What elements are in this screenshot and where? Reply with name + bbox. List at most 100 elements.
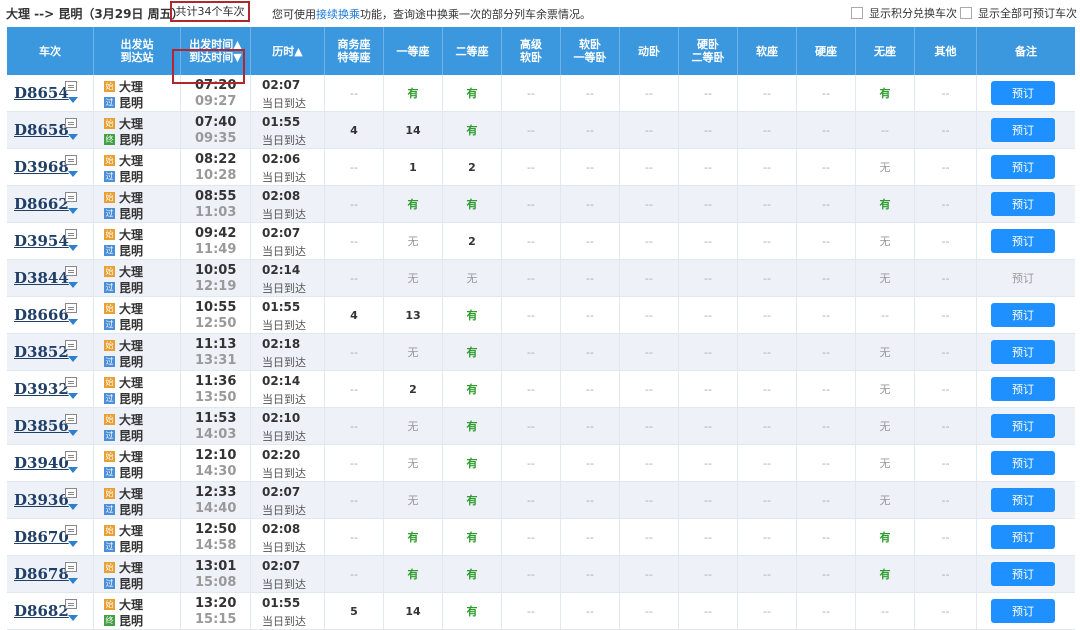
train-info-icon[interactable] xyxy=(65,488,77,498)
train-number-link[interactable]: D3856 xyxy=(14,417,69,435)
train-info-icon[interactable] xyxy=(65,562,77,572)
book-button[interactable]: 预订 xyxy=(991,340,1055,364)
show-all-bookable-option[interactable]: 显示全部可预订车次 xyxy=(960,5,1077,21)
book-button[interactable]: 预订 xyxy=(991,451,1055,475)
to-station: 过昆明 xyxy=(104,390,143,407)
seat-availability: -- xyxy=(738,149,797,185)
train-number-link[interactable]: D8678 xyxy=(14,565,69,583)
train-number-link[interactable]: D8654 xyxy=(14,84,69,102)
expand-stops-arrow-icon[interactable] xyxy=(68,319,78,325)
book-button[interactable]: 预订 xyxy=(991,525,1055,549)
train-info-icon[interactable] xyxy=(65,599,77,609)
book-button[interactable]: 预订 xyxy=(991,303,1055,327)
train-number-link[interactable]: D3968 xyxy=(14,158,69,176)
expand-stops-arrow-icon[interactable] xyxy=(68,134,78,140)
train-info-icon[interactable] xyxy=(65,192,77,202)
header-train[interactable]: 车次 xyxy=(7,27,94,75)
book-button[interactable]: 预订 xyxy=(991,488,1055,512)
seat-availability: -- xyxy=(679,334,738,370)
train-info-icon[interactable] xyxy=(65,414,77,424)
train-number-link[interactable]: D8682 xyxy=(14,602,69,620)
seat-availability: -- xyxy=(502,371,561,407)
expand-stops-arrow-icon[interactable] xyxy=(68,430,78,436)
train-number-link[interactable]: D8670 xyxy=(14,528,69,546)
expand-stops-arrow-icon[interactable] xyxy=(68,208,78,214)
train-number-link[interactable]: D3932 xyxy=(14,380,69,398)
train-number-link[interactable]: D3852 xyxy=(14,343,69,361)
to-station-badge: 过 xyxy=(104,430,115,441)
expand-stops-arrow-icon[interactable] xyxy=(68,282,78,288)
expand-stops-arrow-icon[interactable] xyxy=(68,97,78,103)
expand-stops-arrow-icon[interactable] xyxy=(68,393,78,399)
seat-availability: 无 xyxy=(384,482,443,518)
from-station: 始大理 xyxy=(104,522,143,539)
train-info-icon[interactable] xyxy=(65,303,77,313)
arrival-day: 当日到达 xyxy=(262,504,306,517)
table-row: D8662 始大理过昆明 08:55 11:03 02:08 当日到达 -- 有有 -- -- --… xyxy=(7,186,1075,223)
expand-stops-arrow-icon[interactable] xyxy=(68,467,78,473)
seat-availability: 有 xyxy=(443,297,502,333)
train-number-link[interactable]: D3936 xyxy=(14,491,69,509)
seat-availability: 有 xyxy=(443,75,502,111)
expand-stops-arrow-icon[interactable] xyxy=(68,171,78,177)
seat-availability: -- xyxy=(679,260,738,296)
train-info-icon[interactable] xyxy=(65,266,77,276)
train-info-icon[interactable] xyxy=(65,451,77,461)
all-bookable-checkbox[interactable] xyxy=(960,7,972,19)
expand-stops-arrow-icon[interactable] xyxy=(68,615,78,621)
expand-stops-arrow-icon[interactable] xyxy=(68,245,78,251)
train-number-link[interactable]: D8662 xyxy=(14,195,69,213)
seat-availability: -- xyxy=(856,297,915,333)
to-station-badge: 终 xyxy=(104,615,115,626)
train-info-icon[interactable] xyxy=(65,525,77,535)
station-cell: 始大理终昆明 xyxy=(94,112,181,148)
train-info-icon[interactable] xyxy=(65,377,77,387)
seat-availability: -- xyxy=(915,297,977,333)
book-button[interactable]: 预订 xyxy=(991,118,1055,142)
book-button[interactable]: 预订 xyxy=(991,414,1055,438)
expand-stops-arrow-icon[interactable] xyxy=(68,504,78,510)
train-info-icon[interactable] xyxy=(65,81,77,91)
seat-availability: -- xyxy=(561,75,620,111)
seat-availability: -- xyxy=(325,371,384,407)
seat-availability: -- xyxy=(502,334,561,370)
train-number-link[interactable]: D3954 xyxy=(14,232,69,250)
seat-availability: 有 xyxy=(856,75,915,111)
train-number-link[interactable]: D8666 xyxy=(14,306,69,324)
to-station: 过昆明 xyxy=(104,538,143,555)
book-button[interactable]: 预订 xyxy=(991,599,1055,623)
duration-cell: 02:10 当日到达 xyxy=(251,408,325,444)
expand-stops-arrow-icon[interactable] xyxy=(68,578,78,584)
expand-stops-arrow-icon[interactable] xyxy=(68,541,78,547)
show-points-trains-option[interactable]: 显示积分兑换车次 xyxy=(851,5,957,21)
arrive-time: 15:08 xyxy=(195,575,237,590)
arrive-time: 10:28 xyxy=(195,168,237,183)
table-row: D8670 始大理过昆明 12:50 14:58 02:08 当日到达 -- 有有 -- -- --… xyxy=(7,519,1075,556)
points-trains-checkbox[interactable] xyxy=(851,7,863,19)
train-info-icon[interactable] xyxy=(65,229,77,239)
book-button[interactable]: 预订 xyxy=(991,562,1055,586)
train-number-link[interactable]: D3844 xyxy=(14,269,69,287)
train-info-icon[interactable] xyxy=(65,118,77,128)
train-number-link[interactable]: D3940 xyxy=(14,454,69,472)
seat-availability: 有 xyxy=(384,75,443,111)
table-row: D3968 始大理过昆明 08:22 10:28 02:06 当日到达 -- 1 2 -- -- --… xyxy=(7,149,1075,186)
train-info-icon[interactable] xyxy=(65,155,77,165)
expand-stops-arrow-icon[interactable] xyxy=(68,356,78,362)
header-stations[interactable]: 出发站 到达站 xyxy=(94,27,181,75)
from-station-name: 大理 xyxy=(119,302,144,316)
header-duration[interactable]: 历时▲ xyxy=(251,27,325,75)
train-info-icon[interactable] xyxy=(65,340,77,350)
book-button[interactable]: 预订 xyxy=(991,377,1055,401)
seat-availability: -- xyxy=(502,297,561,333)
seat-availability: -- xyxy=(325,334,384,370)
book-button[interactable]: 预订 xyxy=(991,192,1055,216)
seat-availability: 有 xyxy=(443,593,502,629)
seat-availability: 无 xyxy=(384,408,443,444)
duration: 02:18 xyxy=(262,337,301,351)
book-button[interactable]: 预订 xyxy=(991,81,1055,105)
book-button[interactable]: 预订 xyxy=(991,155,1055,179)
book-button[interactable]: 预订 xyxy=(991,229,1055,253)
transfer-link[interactable]: 接续换乘 xyxy=(316,8,360,21)
train-number-link[interactable]: D8658 xyxy=(14,121,69,139)
